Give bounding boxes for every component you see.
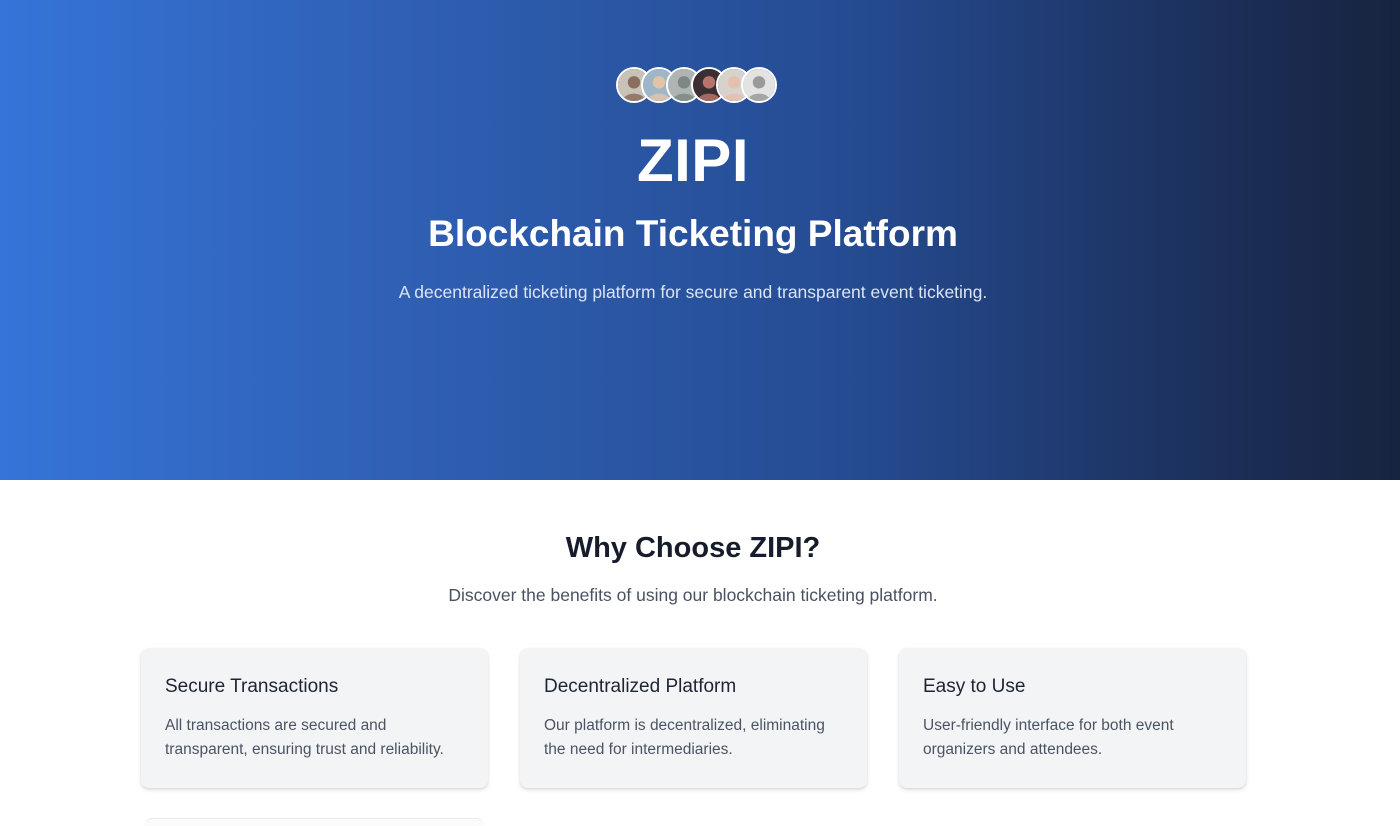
feature-card-title: Secure Transactions — [165, 676, 339, 697]
avatar-group — [616, 67, 777, 105]
hero-section: ZIPI Blockchain Ticketing Platform A dec… — [0, 0, 1400, 480]
features-subtitle: Discover the benefits of using our block… — [448, 585, 938, 605]
features-title: Why Choose ZIPI? — [565, 532, 821, 564]
feature-card-text: All transactions are secured and transpa… — [165, 717, 444, 758]
feature-card-secure: Secure Transactions All transactions are… — [141, 648, 488, 788]
page-title: ZIPI — [636, 127, 749, 194]
feature-card-decentralized: Decentralized Platform Our platform is d… — [520, 648, 867, 788]
feature-card-title: Decentralized Platform — [544, 676, 737, 697]
feature-card-easy: Easy to Use User-friendly interface for … — [899, 648, 1246, 788]
feature-card-text: Our platform is decentralized, eliminati… — [544, 717, 825, 758]
hero-subtitle: Blockchain Ticketing Platform — [428, 213, 958, 254]
feature-card-title: Easy to Use — [923, 676, 1026, 697]
feature-card-next — [144, 818, 484, 826]
hero-description: A decentralized ticketing platform for s… — [398, 282, 988, 302]
feature-card-text: User-friendly interface for both event o… — [923, 717, 1174, 758]
avatar-6 — [741, 67, 777, 103]
